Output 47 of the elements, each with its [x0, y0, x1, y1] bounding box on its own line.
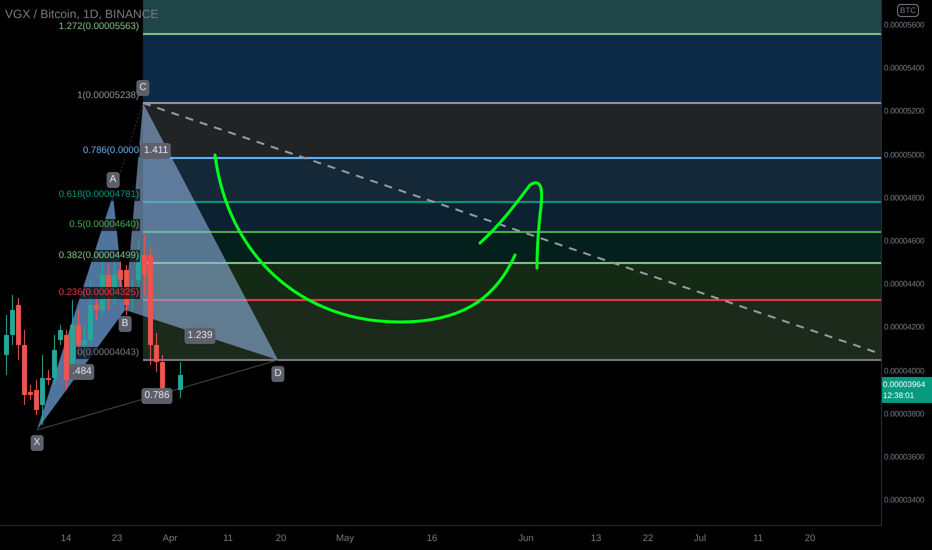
fib-level-label: 0.382(0.00004499) — [58, 250, 140, 262]
price-axis-label: 0.00003400 — [884, 496, 924, 505]
pattern-point-label: B — [118, 316, 132, 332]
bar-countdown: 12:38:01 — [883, 390, 916, 401]
last-price: 0.00003964 — [883, 379, 926, 390]
ratio-label: 1.411 — [140, 143, 172, 159]
time-axis-label: 13 — [590, 533, 602, 544]
ratio-label: .484 — [69, 364, 95, 380]
price-axis-label: 0.00004400 — [884, 280, 924, 289]
fib-level-label: 0(0.00004043) — [76, 347, 140, 359]
time-axis-label: Jun — [518, 533, 534, 544]
price-axis-label: 0.00005000 — [884, 150, 924, 160]
fib-level-label: 1(0.00005238) — [76, 90, 140, 102]
time-axis-label: 11 — [223, 533, 233, 544]
time-axis-label: 11 — [753, 533, 763, 544]
fib-level-label: 0.786(0.0000 — [82, 145, 140, 157]
fib-level-label: 0.236(0.00004325) — [58, 287, 140, 299]
time-axis-label: 16 — [426, 533, 438, 544]
price-axis-label: 0.00005200 — [884, 106, 924, 116]
price-axis-label: 0.00003800 — [884, 409, 924, 418]
price-axis-label: 0.00004200 — [884, 322, 924, 332]
price-axis-label: 0.00004600 — [884, 236, 924, 246]
pattern-point-label: X — [30, 435, 44, 451]
time-axis-label: 14 — [60, 533, 72, 544]
time-axis-label: 22 — [642, 533, 654, 544]
time-axis-label: Jul — [694, 533, 706, 544]
price-axis-label: 0.00004000 — [884, 366, 924, 376]
price-axis-label: 0.00003600 — [884, 452, 924, 462]
chart-title: VGX / Bitcoin, 1D, BINANCE — [5, 7, 158, 21]
time-axis-label: May — [336, 533, 354, 544]
pattern-point-label: D — [271, 366, 285, 382]
time-axis-label: 20 — [276, 533, 286, 544]
time-axis-label: 20 — [804, 533, 816, 544]
candle — [178, 362, 183, 398]
time-axis-label: Apr — [162, 533, 178, 544]
pattern-point-label: A — [106, 172, 120, 188]
ratio-label: 0.786 — [141, 388, 173, 404]
price-axis-label: 0.00005600 — [884, 20, 924, 30]
fib-level-label: 0.5(0.00004640) — [68, 219, 140, 231]
price-axis-label: 0.00004800 — [884, 193, 924, 202]
fib-level-label: 0.618(0.00004781) — [58, 189, 140, 201]
currency-button[interactable]: BTC — [897, 4, 919, 17]
pattern-point-label: C — [136, 80, 150, 96]
fib-level-label: 1.272(0.00005563) — [58, 21, 140, 33]
ratio-label: 1.239 — [184, 328, 216, 344]
price-axis-label: 0.00005400 — [884, 64, 924, 73]
time-axis-label: 23 — [112, 533, 122, 544]
